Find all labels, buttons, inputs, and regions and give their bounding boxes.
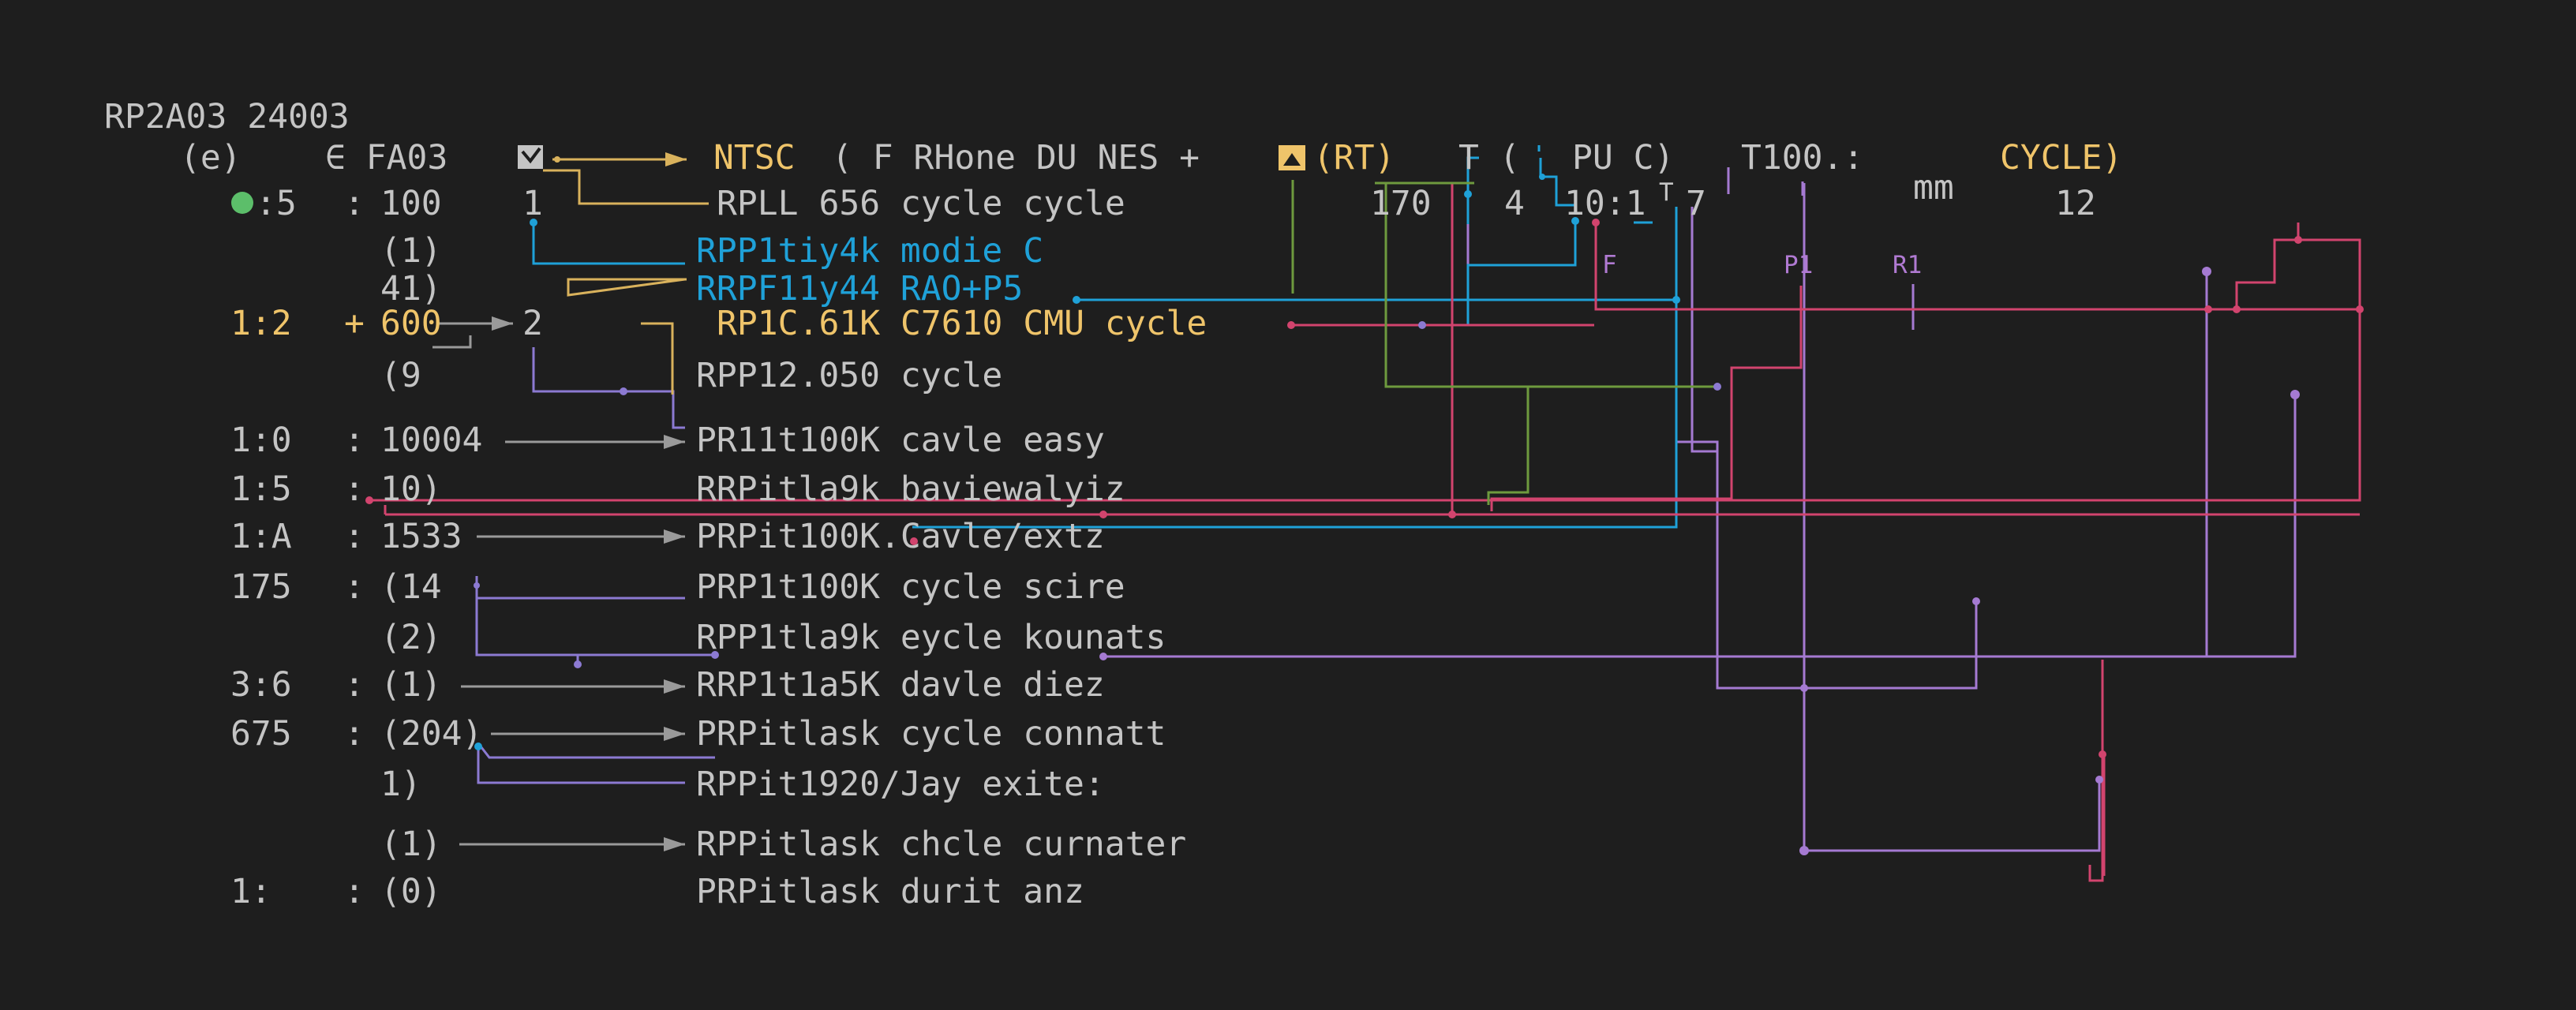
row-target-label: RRPitla9k baviewalyiz [696, 469, 1125, 509]
diagram-title: RP2A03 24003 [104, 97, 350, 137]
status-dot-icon [231, 192, 253, 214]
status-num: 1 [522, 184, 543, 223]
row-address: 3:6 [230, 665, 292, 705]
header-t100: T100.: [1741, 138, 1863, 178]
row-address: 1:A [230, 517, 292, 556]
row-address: 675 [230, 714, 292, 754]
signal-row: 1:0:10004 PR11t100K cavle easy [230, 421, 1105, 460]
row-separator: : [344, 872, 365, 911]
row-value: 10004 [380, 421, 482, 460]
row-value: 41) [380, 269, 442, 309]
image-icon [1279, 145, 1305, 170]
signal-labels: F P1 R1 [1602, 251, 1922, 279]
cycle-end-label: CYCLE) [2000, 138, 2122, 178]
signal-row: 675: (204) PRPitlask cycle connatt [230, 714, 1166, 754]
header-t-paren: T ( [1458, 138, 1520, 178]
header-4: 4 [1504, 184, 1525, 223]
row-separator: : [344, 469, 365, 509]
row-value: (14 [380, 567, 442, 607]
row-value: 10) [380, 469, 442, 509]
yellow-connectors [543, 152, 709, 395]
junction-dots [365, 156, 2364, 855]
ntsc-label: NTSC [713, 138, 796, 178]
checkbox-icon [518, 145, 543, 169]
purple-right-lines [1103, 167, 2297, 881]
row-separator: : [344, 517, 365, 556]
rt-label: (RT) [1313, 138, 1395, 178]
header: RP2A03 24003 (e) ∈ FA03 NTSC ( F RHone D… [104, 97, 2122, 223]
row-address: 1:0 [230, 421, 292, 460]
gray-arrows [432, 316, 685, 851]
row-target-label: RPP12.050 cycle [696, 356, 1002, 395]
row-address: 1:2 [230, 304, 292, 343]
header-10-1: 10:1 [1564, 184, 1646, 223]
row-address: 175 [230, 567, 292, 607]
timing-diagram: RP2A03 24003 (e) ∈ FA03 NTSC ( F RHone D… [104, 97, 2364, 911]
header-pu: PU C) [1572, 138, 1674, 178]
header-7: 7 [1686, 184, 1706, 223]
signal-row: 3:6: (1) RRP1t1a5K davle diez [230, 665, 1105, 705]
header-mm: mm [1913, 168, 1954, 208]
header-fa03: ∈ FA03 [325, 138, 447, 178]
signal-row: 1:5:10) RRPitla9k baviewalyiz [230, 469, 1125, 509]
row-target-label: RPP1tiy4k modie C [696, 231, 1043, 271]
row-target-label: PRP1t100K cycle scire [696, 567, 1125, 607]
signal-row: (1) RPP1tiy4k modie C [380, 231, 1043, 271]
row-separator: : [344, 665, 365, 705]
status-sep: : [344, 184, 365, 223]
row-value: 600 [380, 304, 442, 343]
row-target-label: RPPitlask chcle curnater [696, 825, 1186, 864]
row-separator: + [344, 304, 365, 343]
row-value: (1) [380, 231, 442, 271]
status-addr: :5 [256, 184, 297, 223]
row-target-label: RPPit1920/Jay exite: [696, 765, 1105, 804]
row-target-label: PRPitlask cycle connatt [696, 714, 1166, 754]
rpll-label: RPLL 656 cycle cycle [717, 184, 1125, 223]
row-value: (2) [380, 618, 442, 657]
header-e: (e) [180, 138, 242, 178]
signal-rows: (1) RPP1tiy4k modie C41) RRPF11y44 RAO+P51… [230, 231, 1207, 911]
header-t-small: T [1659, 178, 1674, 207]
row-target-label: RRP1t1a5K davle diez [696, 665, 1105, 705]
signal-row: (9 RPP12.050 cycle [380, 356, 1002, 395]
signal-row: 41) RRPF11y44 RAO+P5 [380, 269, 1023, 309]
row-target-label: RPP1tla9k eycle kounats [696, 618, 1166, 657]
label-p1: P1 [1784, 251, 1813, 279]
status-value: 100 [380, 184, 442, 223]
row-target-label: PR11t100K cavle easy [696, 421, 1105, 460]
row-target-label: PRPit100K.Cavle/extz [696, 517, 1105, 556]
label-r1: R1 [1893, 251, 1922, 279]
signal-row: 175: (14 PRP1t100K cycle scire [230, 567, 1125, 607]
row-600-num: 2 [522, 304, 543, 343]
row-address: 1:5 [230, 469, 292, 509]
header-mid-text: ( F RHone DU NES + [832, 138, 1200, 178]
row-separator: : [344, 567, 365, 607]
green-connectors [1291, 180, 1717, 505]
row-value: (1) [380, 825, 442, 864]
signal-row: (2) RPP1tla9k eycle kounats [380, 618, 1166, 657]
header-12: 12 [2055, 184, 2096, 223]
row-address: 1: [230, 872, 271, 911]
signal-row: 1) RPPit1920/Jay exite: [380, 765, 1105, 804]
pink-connectors [369, 183, 2361, 882]
row-value: 1) [380, 765, 421, 804]
purple-connectors [475, 347, 715, 784]
row-separator: : [344, 421, 365, 460]
row-value: (1) [380, 665, 442, 705]
connector-lines [365, 145, 2364, 882]
row-separator: : [344, 714, 365, 754]
row-value: (204) [380, 714, 482, 754]
row-target-label: RP1C.61K C7610 CMU cycle [717, 304, 1207, 343]
row-target-label: PRPitlask durit anz [696, 872, 1084, 911]
label-f: F [1602, 251, 1617, 279]
row-value: (9 [380, 356, 421, 395]
row-target-label: RRPF11y44 RAO+P5 [696, 269, 1023, 309]
row-value: (0) [380, 872, 442, 911]
header-170: 170 [1370, 184, 1432, 223]
row-value: 1533 [380, 517, 462, 556]
signal-row: 1:: (0) PRPitlask durit anz [230, 872, 1084, 911]
signal-row: 1:2 +600 RP1C.61K C7610 CMU cycle [230, 304, 1207, 343]
